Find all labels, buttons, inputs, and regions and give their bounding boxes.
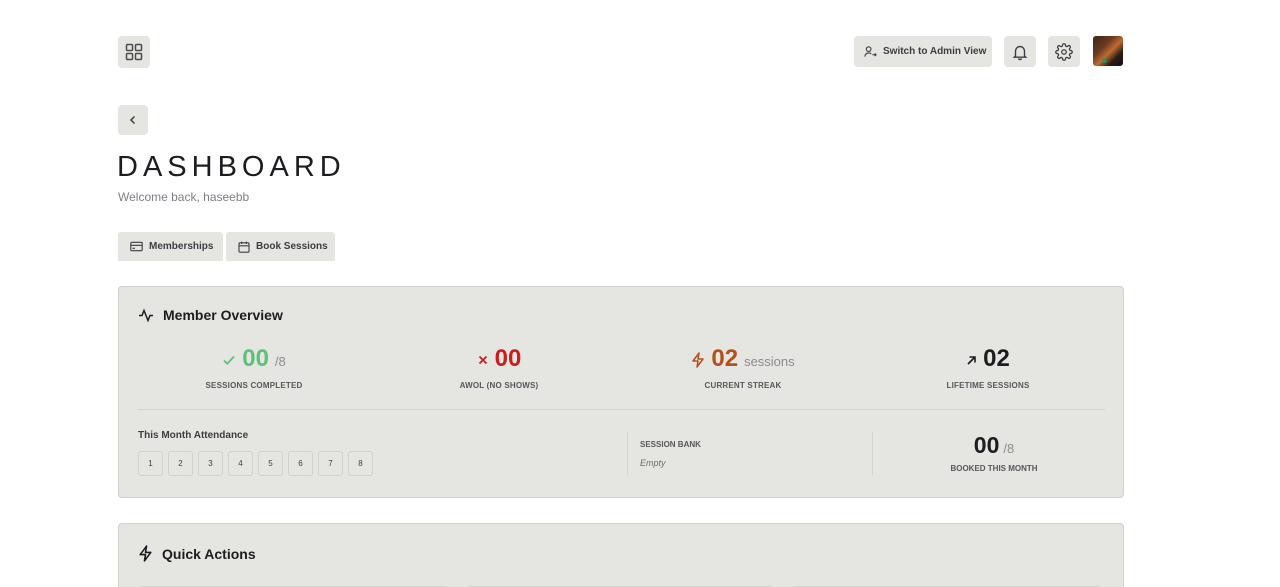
attendance-days: 1 2 3 4 5 6 7 8 — [138, 451, 373, 476]
attendance-day[interactable]: 7 — [318, 451, 343, 476]
tab-memberships[interactable]: Memberships — [118, 232, 223, 261]
quick-actions-panel: Quick Actions — [118, 523, 1124, 587]
section-divider — [627, 432, 628, 475]
booked-value: 00 — [973, 432, 1000, 458]
booked-caption: BOOKED THIS MONTH — [950, 464, 1038, 473]
stat-sessions-completed: 00 /8 SESSIONS COMPLETED — [134, 345, 374, 390]
lifetime-sessions-value: 02 — [983, 345, 1010, 372]
user-switch-icon — [864, 46, 877, 57]
check-icon — [222, 353, 236, 367]
stat-current-streak: 02 sessions CURRENT STREAK — [623, 345, 863, 390]
notifications-button[interactable] — [1004, 36, 1036, 67]
attendance-day[interactable]: 3 — [198, 451, 223, 476]
member-overview-panel: Member Overview 00 /8 SESSIONS COMPLETED… — [118, 286, 1124, 498]
lightning-icon — [691, 352, 705, 368]
attendance-label: This Month Attendance — [138, 430, 249, 441]
activity-icon — [139, 308, 153, 323]
calendar-icon — [238, 241, 250, 253]
current-streak-unit: sessions — [744, 354, 795, 369]
tab-memberships-label: Memberships — [149, 241, 214, 252]
attendance-day[interactable]: 4 — [228, 451, 253, 476]
overview-divider — [138, 409, 1105, 410]
sessions-completed-total: /8 — [274, 354, 286, 369]
back-button[interactable] — [118, 105, 148, 135]
awol-value: 00 — [494, 345, 522, 372]
apps-grid-button[interactable] — [118, 36, 150, 68]
session-bank-value: Empty — [640, 458, 666, 468]
chevron-left-icon — [129, 115, 136, 125]
attendance-day[interactable]: 8 — [348, 451, 373, 476]
stat-lifetime-sessions: 02 LIFETIME SESSIONS — [868, 345, 1108, 390]
user-avatar[interactable] — [1093, 36, 1123, 66]
session-bank-label: SESSION BANK — [640, 440, 701, 449]
sessions-completed-value: 00 — [242, 345, 269, 372]
awol-caption: AWOL (NO SHOWS) — [459, 381, 539, 390]
attendance-day[interactable]: 2 — [168, 451, 193, 476]
credit-card-icon — [130, 241, 143, 252]
welcome-message: Welcome back, haseebb — [118, 190, 250, 204]
grid-icon — [125, 43, 143, 61]
sessions-completed-caption: SESSIONS COMPLETED — [205, 381, 303, 390]
current-streak-caption: CURRENT STREAK — [704, 381, 782, 390]
arrow-up-right-icon — [966, 355, 977, 366]
attendance-day[interactable]: 5 — [258, 451, 283, 476]
page-title: DASHBOARD — [117, 151, 346, 183]
quick-actions-header: Quick Actions — [138, 545, 256, 562]
switch-to-admin-label: Switch to Admin View — [883, 46, 987, 57]
quick-actions-title: Quick Actions — [162, 545, 256, 562]
lifetime-sessions-caption: LIFETIME SESSIONS — [946, 381, 1030, 390]
attendance-day[interactable]: 6 — [288, 451, 313, 476]
tab-book-sessions-label: Book Sessions — [256, 241, 328, 252]
switch-to-admin-button[interactable]: Switch to Admin View — [854, 36, 992, 67]
member-overview-header: Member Overview — [138, 307, 283, 323]
x-icon — [477, 354, 489, 366]
section-divider — [872, 432, 873, 475]
member-overview-title: Member Overview — [163, 307, 283, 323]
bell-icon — [1012, 45, 1028, 60]
lightning-icon — [139, 545, 152, 562]
gear-icon — [1055, 42, 1073, 61]
booked-this-month: 00 /8 BOOKED THIS MONTH — [899, 432, 1089, 473]
booked-total: /8 — [1003, 441, 1015, 456]
online-status-dot — [1102, 58, 1107, 63]
attendance-day[interactable]: 1 — [138, 451, 163, 476]
current-streak-value: 02 — [711, 345, 739, 372]
settings-button[interactable] — [1048, 36, 1080, 67]
stat-awol: 00 AWOL (NO SHOWS) — [379, 345, 619, 390]
tab-book-sessions[interactable]: Book Sessions — [226, 232, 335, 261]
